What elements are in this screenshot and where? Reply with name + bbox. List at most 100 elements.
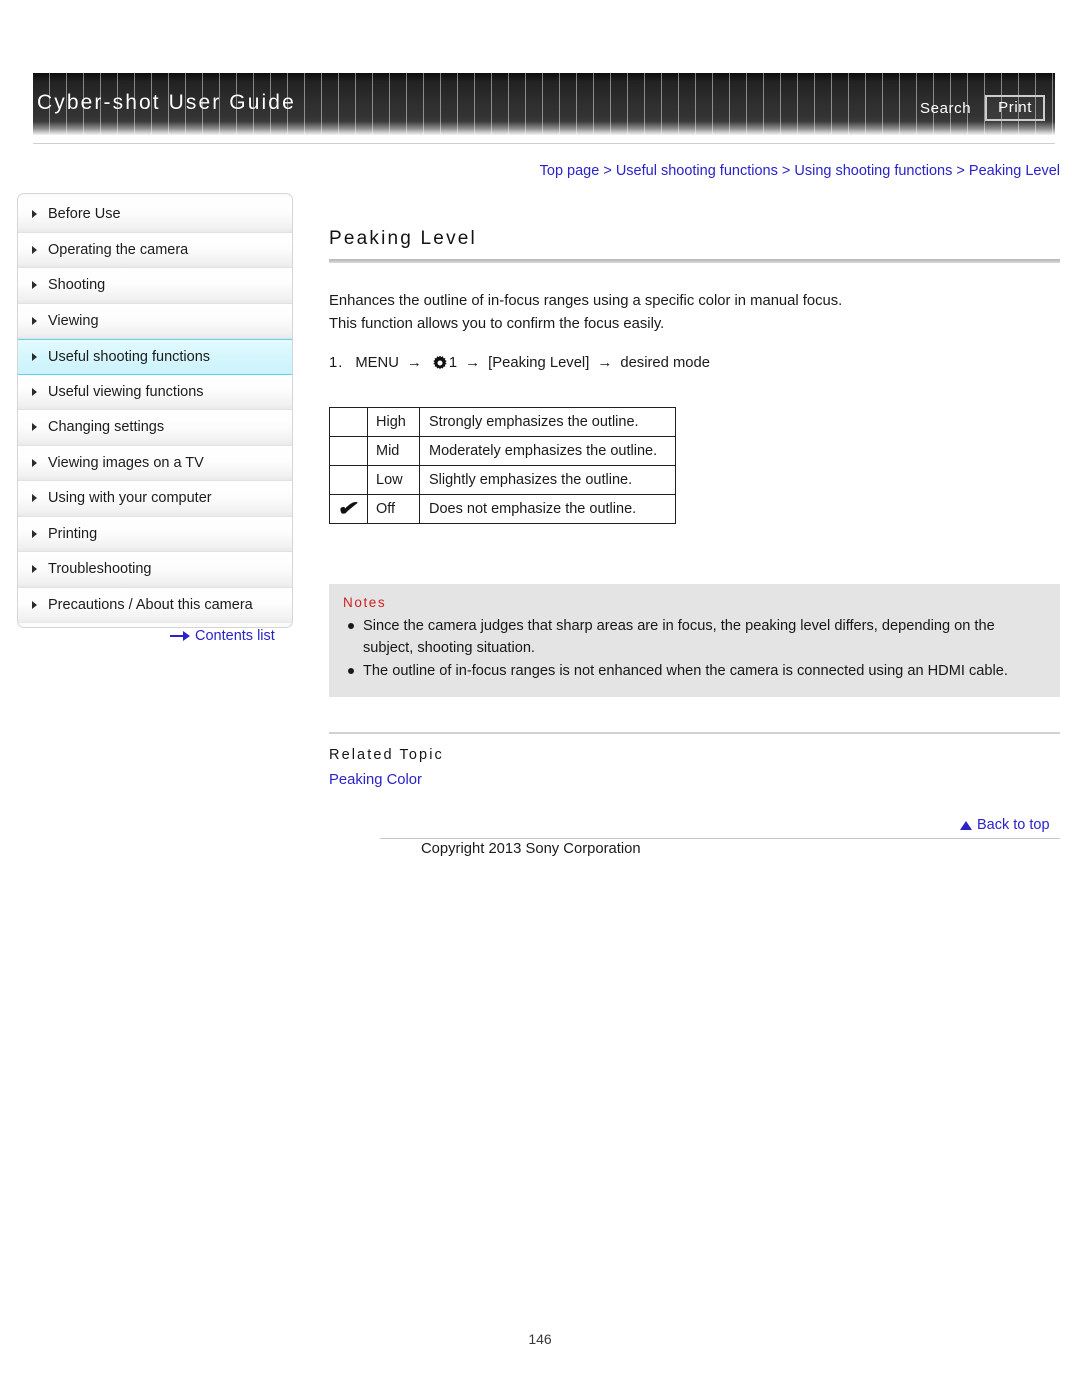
breadcrumb-item-top-page[interactable]: Top page [540,163,600,179]
intro-text: Enhances the outline of in-focus ranges … [329,290,1060,336]
sidebar-item-precautions-about-this-camera[interactable]: Precautions / About this camera [18,587,292,623]
breadcrumb-separator: > [603,163,612,179]
back-to-top-label: Back to top [977,817,1050,833]
notes-title: Notes [343,595,387,610]
print-button[interactable]: Print [985,95,1045,121]
sidebar-item-useful-viewing-functions[interactable]: Useful viewing functions [18,374,292,410]
row-check-cell: ✔ [329,494,368,524]
chevron-right-icon [32,601,37,610]
row-check-cell [329,465,368,495]
chevron-right-icon [32,316,37,325]
sidebar-item-label: Viewing [48,312,99,329]
sidebar-item-troubleshooting[interactable]: Troubleshooting [18,552,292,588]
row-label-cell: High [367,407,420,437]
page-title: Peaking Level [329,228,477,249]
page-root: Cyber-shot User Guide Search Print Top p… [0,0,1080,1397]
chevron-right-icon [32,458,37,467]
peaking-level-options-table: High Strongly emphasizes the outline. Mi… [329,407,677,524]
row-label-cell: Off [367,494,420,524]
table-row: Low Slightly emphasizes the outline. [329,465,677,495]
row-label-cell: Low [367,465,420,495]
breadcrumb: Top page > Useful shooting functions > U… [540,163,1060,179]
breadcrumb-item-useful-shooting-functions[interactable]: Useful shooting functions [616,163,778,179]
site-header: Cyber-shot User Guide Search Print [33,73,1055,135]
note-item: Since the camera judges that sharp areas… [343,615,1046,659]
main-content: Peaking Level Enhances the outline of in… [329,228,1060,789]
row-description-cell: Slightly emphasizes the outline. [418,465,677,495]
sidebar-item-useful-shooting-functions[interactable]: Useful shooting functions [18,339,292,375]
breadcrumb-item-using-shooting-functions[interactable]: Using shooting functions [794,163,952,179]
chevron-right-icon [32,423,37,432]
page-number: 146 [528,1331,552,1347]
notes-box: Notes Since the camera judges that sharp… [329,584,1060,697]
sidebar-item-changing-settings[interactable]: Changing settings [18,410,292,446]
chevron-right-icon [32,494,37,503]
sidebar-item-label: Shooting [48,277,106,294]
step-item-label: [Peaking Level] [488,354,590,371]
table-row: Mid Moderately emphasizes the outline. [329,436,677,466]
check-icon: ✔ [336,498,361,520]
related-topic-title: Related Topic [329,747,444,763]
chevron-right-icon [32,352,37,361]
row-check-cell [329,407,368,437]
sidebar-item-viewing-images-on-a-tv[interactable]: Viewing images on a TV [18,445,292,481]
sidebar-item-label: Printing [48,525,98,542]
sidebar-item-label: Using with your computer [48,490,212,507]
chevron-right-icon [32,387,37,396]
row-description-cell: Moderately emphasizes the outline. [418,436,677,466]
sidebar-nav: Before Use Operating the camera Shooting… [17,193,293,628]
breadcrumb-separator: > [956,163,965,179]
row-label-cell: Mid [367,436,420,466]
sidebar-item-label: Before Use [48,206,121,223]
sidebar-item-label: Operating the camera [48,241,189,258]
sidebar-item-printing[interactable]: Printing [18,516,292,552]
table-row: High Strongly emphasizes the outline. [329,407,677,437]
table-row: ✔ Off Does not emphasize the outline. [329,494,677,524]
sidebar-item-using-with-your-computer[interactable]: Using with your computer [18,481,292,517]
breadcrumb-item-peaking-level[interactable]: Peaking Level [969,163,1060,179]
gear-icon [432,355,448,371]
related-topic-link-peaking-color[interactable]: Peaking Color [329,772,422,788]
arrow-right-icon [170,631,191,641]
sidebar-item-label: Viewing images on a TV [48,454,204,471]
chevron-right-icon [32,210,37,219]
row-description-cell: Does not emphasize the outline. [418,494,677,524]
step-menu-label: MENU [355,354,399,371]
related-divider [329,732,1060,734]
back-to-top-link[interactable]: Back to top [960,817,1050,833]
sidebar-item-label: Useful shooting functions [48,348,211,365]
sidebar-item-viewing[interactable]: Viewing [18,303,292,339]
header-divider [33,143,1055,144]
step-arrow-1: → [406,354,422,371]
breadcrumb-separator: > [781,163,791,179]
step-gear-number: 1 [448,354,458,371]
sidebar-item-shooting[interactable]: Shooting [18,268,292,304]
sidebar-item-label: Precautions / About this camera [48,597,253,614]
search-link[interactable]: Search [920,100,971,117]
contents-list-label: Contents list [195,628,275,644]
chevron-right-icon [32,565,37,574]
procedure-step: 1. MENU → 1 → [Peaking Level] → desired … [329,354,1060,371]
copyright-text: Copyright 2013 Sony Corporation [421,841,641,857]
sidebar-item-before-use[interactable]: Before Use [18,197,292,233]
notes-list: Since the camera judges that sharp areas… [343,615,1046,682]
chevron-right-icon [32,529,37,538]
sidebar-item-label: Changing settings [48,419,165,436]
intro-line-1: Enhances the outline of in-focus ranges … [329,293,843,309]
site-title: Cyber-shot User Guide [37,91,296,114]
sidebar-item-operating-the-camera[interactable]: Operating the camera [18,232,292,268]
note-item: The outline of in-focus ranges is not en… [343,660,1046,682]
sidebar-item-label: Troubleshooting [48,561,152,578]
chevron-right-icon [32,245,37,254]
step-arrow-3: → [597,354,613,371]
chevron-right-icon [32,281,37,290]
header-actions: Search Print [920,95,1045,121]
contents-list-link[interactable]: Contents list [170,628,275,644]
footer-divider [380,838,1060,839]
title-divider [329,259,1060,263]
step-number: 1. [329,354,344,371]
row-description-cell: Strongly emphasizes the outline. [418,407,677,437]
step-result-label: desired mode [620,354,710,371]
step-arrow-2: → [465,354,481,371]
intro-line-2: This function allows you to confirm the … [329,316,665,332]
